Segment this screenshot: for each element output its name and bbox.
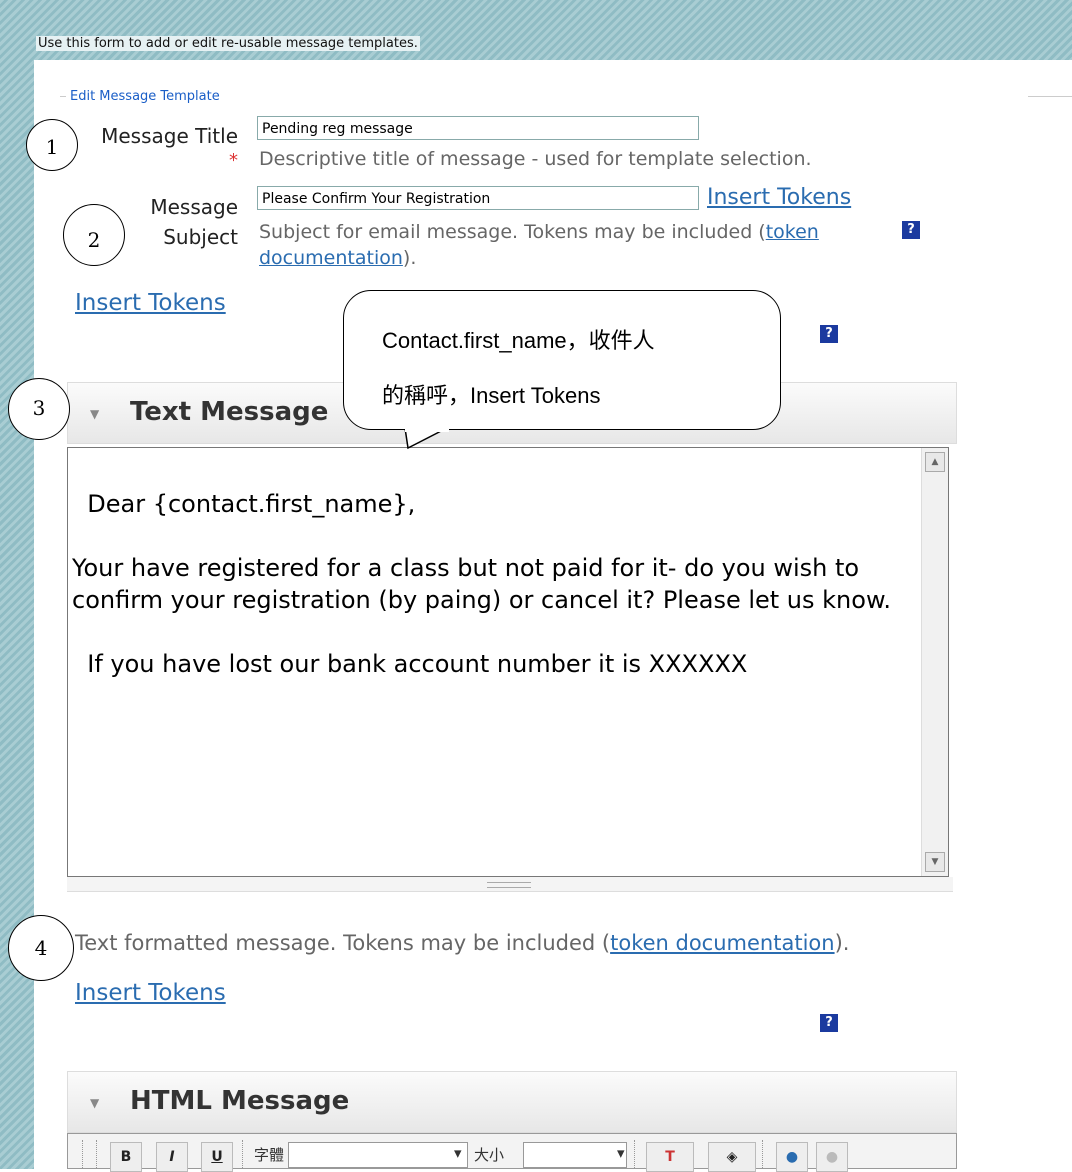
annotation-circle-2: 2 [63,204,125,266]
message-subject-desc: Subject for email message. Tokens may be… [259,219,859,271]
html-message-header[interactable]: ▼ HTML Message [67,1071,957,1133]
toolbar-separator [96,1140,101,1168]
text-color-icon[interactable]: T [646,1142,694,1172]
toolbar-separator [762,1140,767,1168]
dropdown-arrow-icon[interactable]: ▾ [454,1144,462,1162]
unlink-globe-icon[interactable]: ● [816,1142,848,1172]
text-message-textarea[interactable]: Dear {contact.first_name}, Your have reg… [67,447,949,877]
subject-insert-tokens-link[interactable]: Insert Tokens [707,185,851,210]
size-select[interactable] [523,1142,627,1168]
toolbar-separator [82,1140,87,1168]
message-title-desc: Descriptive title of message - used for … [259,148,812,170]
token-doc-link-2[interactable]: documentation [259,247,403,269]
message-title-label-text: Message Title [101,124,238,148]
intro-text: Use this form to add or edit re-usable m… [36,36,420,51]
collapse-arrow-icon: ▼ [90,1096,100,1110]
bold-button[interactable]: B [110,1142,142,1172]
html-insert-tokens-link[interactable]: Insert Tokens [75,980,226,1006]
fieldset-legend: Edit Message Template [70,89,220,104]
text-message-desc: Text formatted message. Tokens may be in… [75,931,849,955]
subject-help-icon[interactable]: ? [902,221,920,239]
html-help-icon[interactable]: ? [820,1014,838,1032]
underline-button[interactable]: U [201,1142,233,1172]
link-globe-icon[interactable]: ● [776,1142,808,1172]
message-title-input[interactable]: Pending reg message [257,116,699,140]
callout-bubble: Contact.first_name，收件人 的稱呼，Insert Tokens [343,290,781,430]
scroll-down-icon[interactable]: ▼ [925,852,945,872]
text-insert-tokens-link[interactable]: Insert Tokens [75,290,226,316]
textarea-resize-handle[interactable] [67,877,953,892]
dropdown-arrow-icon[interactable]: ▾ [617,1144,625,1162]
subject-desc-end: ). [402,247,417,269]
callout-tail-cover [405,428,449,432]
html-editor-toolbar: B I U 字體 ▾ 大小 ▾ T ◈ ● ● [67,1133,957,1172]
collapse-arrow-icon: ▼ [90,407,100,421]
font-select[interactable] [288,1142,468,1168]
text-help-icon[interactable]: ? [820,325,838,343]
html-message-title: HTML Message [130,1086,350,1116]
token-doc-link-1[interactable]: token [766,221,819,243]
right-divider [1028,96,1072,97]
text-desc-end: ). [834,931,850,955]
annotation-circle-4: 4 [8,915,74,981]
text-desc-text: Text formatted message. Tokens may be in… [75,931,611,955]
toolbar-separator [634,1140,639,1168]
fieldset-border [60,96,66,97]
message-subject-label-1: Message [150,195,238,219]
toolbar-separator [242,1140,247,1168]
message-subject-label-2: Subject [163,225,238,249]
scroll-up-icon[interactable]: ▲ [925,452,945,472]
header-band [0,0,1072,60]
subject-desc-text: Subject for email message. Tokens may be… [259,221,766,243]
italic-button[interactable]: I [156,1142,188,1172]
callout-line-2: 的稱呼，Insert Tokens [382,383,601,408]
font-label: 字體 [254,1146,285,1164]
callout-line-1: Contact.first_name，收件人 [382,328,655,353]
left-stripe [0,0,34,1169]
background-color-icon[interactable]: ◈ [708,1142,756,1172]
annotation-circle-3: 3 [8,378,70,440]
required-marker: * [229,150,238,171]
grip-icon [487,882,531,888]
size-label: 大小 [474,1146,505,1164]
annotation-circle-1: 1 [26,119,78,171]
message-subject-input[interactable]: Please Confirm Your Registration [257,186,699,210]
message-title-label: Message Title [80,124,238,148]
textarea-scrollbar[interactable]: ▲ ▼ [921,448,948,876]
text-message-title: Text Message [130,397,329,427]
text-message-body: Dear {contact.first_name}, Your have reg… [72,490,891,678]
token-doc-link-3[interactable]: token documentation [610,931,834,955]
